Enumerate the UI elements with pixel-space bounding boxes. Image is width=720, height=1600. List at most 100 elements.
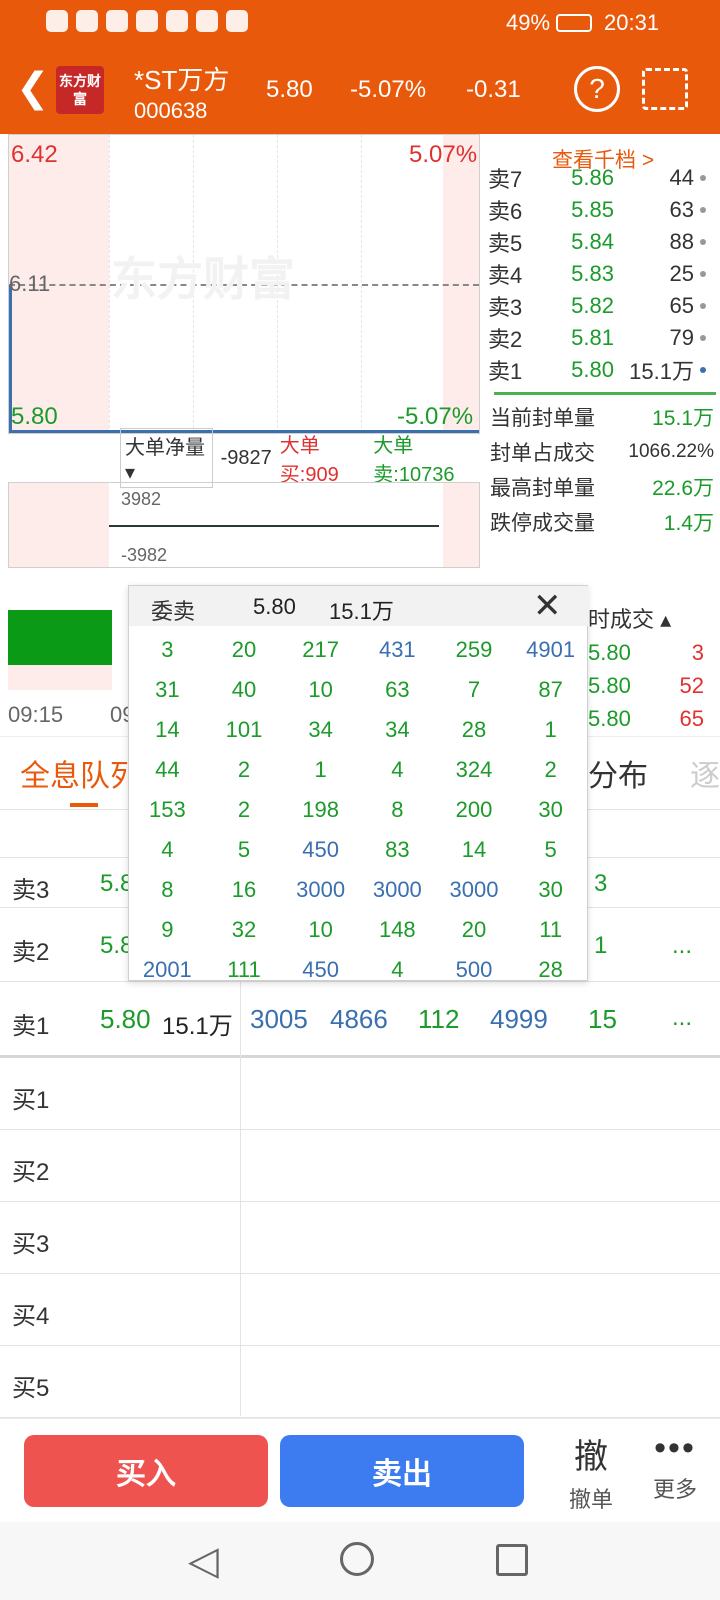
stat-label: 跌停成交量 <box>490 512 595 535</box>
big-sell: 大单卖:10736 <box>373 435 455 486</box>
volume-subchart[interactable]: 3982 -3982 <box>8 482 480 568</box>
ask-row[interactable]: 卖1 5.80 15.1万 <box>488 354 720 386</box>
queue-row-buy[interactable]: 买2 <box>0 1130 720 1202</box>
trade-price: 5.80 <box>588 640 631 665</box>
tab-queue[interactable]: 全息队列 <box>20 751 140 795</box>
popup-order-cell: 30 <box>538 797 563 822</box>
ask-label: 卖6 <box>488 199 523 224</box>
hd-icon <box>46 10 68 32</box>
popup-order-cell: 20 <box>231 637 257 662</box>
queue-more[interactable]: ... <box>672 1004 692 1032</box>
prev-close-label: 6.11 <box>9 271 51 296</box>
popup-order-cell: 16 <box>231 877 257 902</box>
ask-dot <box>700 239 706 245</box>
tab-indicator <box>70 803 98 807</box>
queue-label: 卖2 <box>12 939 50 966</box>
trade-volume: 3 <box>691 640 704 665</box>
buy-button[interactable]: 买入 <box>24 1435 268 1507</box>
queue-volume: 15.1万 <box>162 1013 233 1040</box>
ask-list: 卖7 5.86 44 卖6 5.85 63 卖5 5.84 88 卖4 5.83 25 卖3 5.82 65… <box>488 168 720 394</box>
queue-label: 卖1 <box>12 1013 50 1040</box>
ask-row[interactable]: 卖5 5.84 88 <box>488 226 720 258</box>
ask-volume: 44 <box>669 168 694 190</box>
popup-order-cell: 34 <box>308 717 333 742</box>
net-line <box>109 525 439 527</box>
seal-stat-row: 最高封单量 22.6万 <box>490 470 714 504</box>
cancel-order-button[interactable]: 撤 撤单 <box>556 1429 626 1514</box>
popup-order-cell: 198 <box>302 797 340 822</box>
brand-logo: 东方财富 <box>56 66 104 114</box>
popup-order-cell: 11 <box>539 917 563 942</box>
big-order-bar: 大单净量 ▾ -9827 大单买:909 大单卖:10736 <box>120 428 478 488</box>
tab-distribution[interactable]: 分布 <box>588 751 648 795</box>
high-pct-label: 5.07% <box>409 141 478 168</box>
trade-volume: 65 <box>679 706 704 731</box>
ask-row[interactable]: 卖2 5.81 79 <box>488 322 720 354</box>
help-icon[interactable]: ? <box>574 66 620 112</box>
queue-row-buy[interactable]: 买1 <box>0 1058 720 1130</box>
popup-order-cell: 20 <box>461 917 487 942</box>
intraday-chart[interactable]: 东方财富 6.42 5.07% 6.11 5.80 -5.07% <box>8 134 480 434</box>
ask-row[interactable]: 卖3 5.82 65 <box>488 290 720 322</box>
ask-label: 卖1 <box>488 359 523 384</box>
queue-row-buy[interactable]: 买4 <box>0 1274 720 1346</box>
big-order-selector[interactable]: 大单净量 ▾ <box>120 428 213 488</box>
tiktok-icon <box>136 10 158 32</box>
popup-order-cell: 63 <box>385 677 410 702</box>
queue-label: 买5 <box>12 1375 50 1402</box>
back-icon[interactable]: ❮ <box>16 68 50 108</box>
popup-title: 委卖 <box>151 599 196 624</box>
popup-order-cell: 3 <box>161 637 174 662</box>
queue-more[interactable]: ... <box>672 932 692 960</box>
trades-header[interactable]: 时成交 ▴ <box>588 602 671 634</box>
popup-order-cell: 217 <box>302 637 340 662</box>
popup-order-cell: 83 <box>385 837 410 862</box>
popup-order-cell: 4 <box>391 757 404 782</box>
status-bar: 49% 20:31 <box>0 0 720 46</box>
popup-order-cell: 4 <box>391 957 404 982</box>
stock-code: 000638 <box>134 98 208 123</box>
ask-volume: 15.1万 <box>629 359 694 384</box>
ask-price: 5.82 <box>571 293 614 318</box>
close-icon[interactable]: ✕ <box>533 586 562 626</box>
popup-order-cell: 8 <box>161 877 174 902</box>
popup-order-cell: 324 <box>455 757 493 782</box>
ask-row[interactable]: 卖7 5.86 44 <box>488 168 720 194</box>
watermark: 东方财富 <box>111 253 295 305</box>
ask-label: 卖7 <box>488 168 523 192</box>
ask-divider <box>494 392 716 395</box>
high-price-label: 6.42 <box>11 141 58 168</box>
clock: 20:31 <box>604 10 660 35</box>
tab-next[interactable]: 逐 <box>690 751 720 795</box>
queue-row-buy[interactable]: 买5 <box>0 1346 720 1418</box>
queue-tail: 1 <box>594 932 608 959</box>
stock-price: 5.80 <box>266 76 313 103</box>
popup-order-cell: 8 <box>391 797 404 822</box>
popup-order-cell: 9 <box>161 917 174 942</box>
popup-order-cell: 32 <box>231 917 257 942</box>
popup-order-cell: 40 <box>231 677 257 702</box>
nav-home-icon[interactable] <box>340 1542 374 1576</box>
ask-volume: 88 <box>669 229 694 254</box>
time-start-label: 09:15 <box>8 702 64 727</box>
auction-shade <box>9 483 109 567</box>
popup-order-cell: 4 <box>161 837 174 862</box>
sell-button[interactable]: 卖出 <box>280 1435 524 1507</box>
popup-price: 5.80 <box>253 594 296 619</box>
ask-price: 5.85 <box>571 197 614 222</box>
ask-row[interactable]: 卖4 5.83 25 <box>488 258 720 290</box>
queue-row-sell1[interactable]: 卖1 5.80 15.1万 3005 4866 112 4999 15 ... <box>0 982 720 1058</box>
queue-row-buy[interactable]: 买3 <box>0 1202 720 1274</box>
buy-divider <box>240 1058 241 1416</box>
nav-recents-icon[interactable] <box>496 1544 528 1576</box>
queue-detail-popup[interactable]: 委卖 5.80 15.1万 ✕ 3 20 217 431 259 4901 31 40 10 63… <box>128 585 589 982</box>
nav-back-icon[interactable]: ◁ <box>188 1538 219 1584</box>
gesture-icon <box>166 10 188 32</box>
stock-change-pct: -5.07% <box>350 76 427 103</box>
ask-row[interactable]: 卖6 5.85 63 <box>488 194 720 226</box>
popup-order-cell: 2 <box>237 797 251 822</box>
split-screen-icon[interactable] <box>642 68 688 110</box>
more-button[interactable]: ••• 更多 <box>640 1429 710 1504</box>
stat-label: 当前封单量 <box>490 407 595 430</box>
popup-order-cell: 2 <box>237 757 251 782</box>
